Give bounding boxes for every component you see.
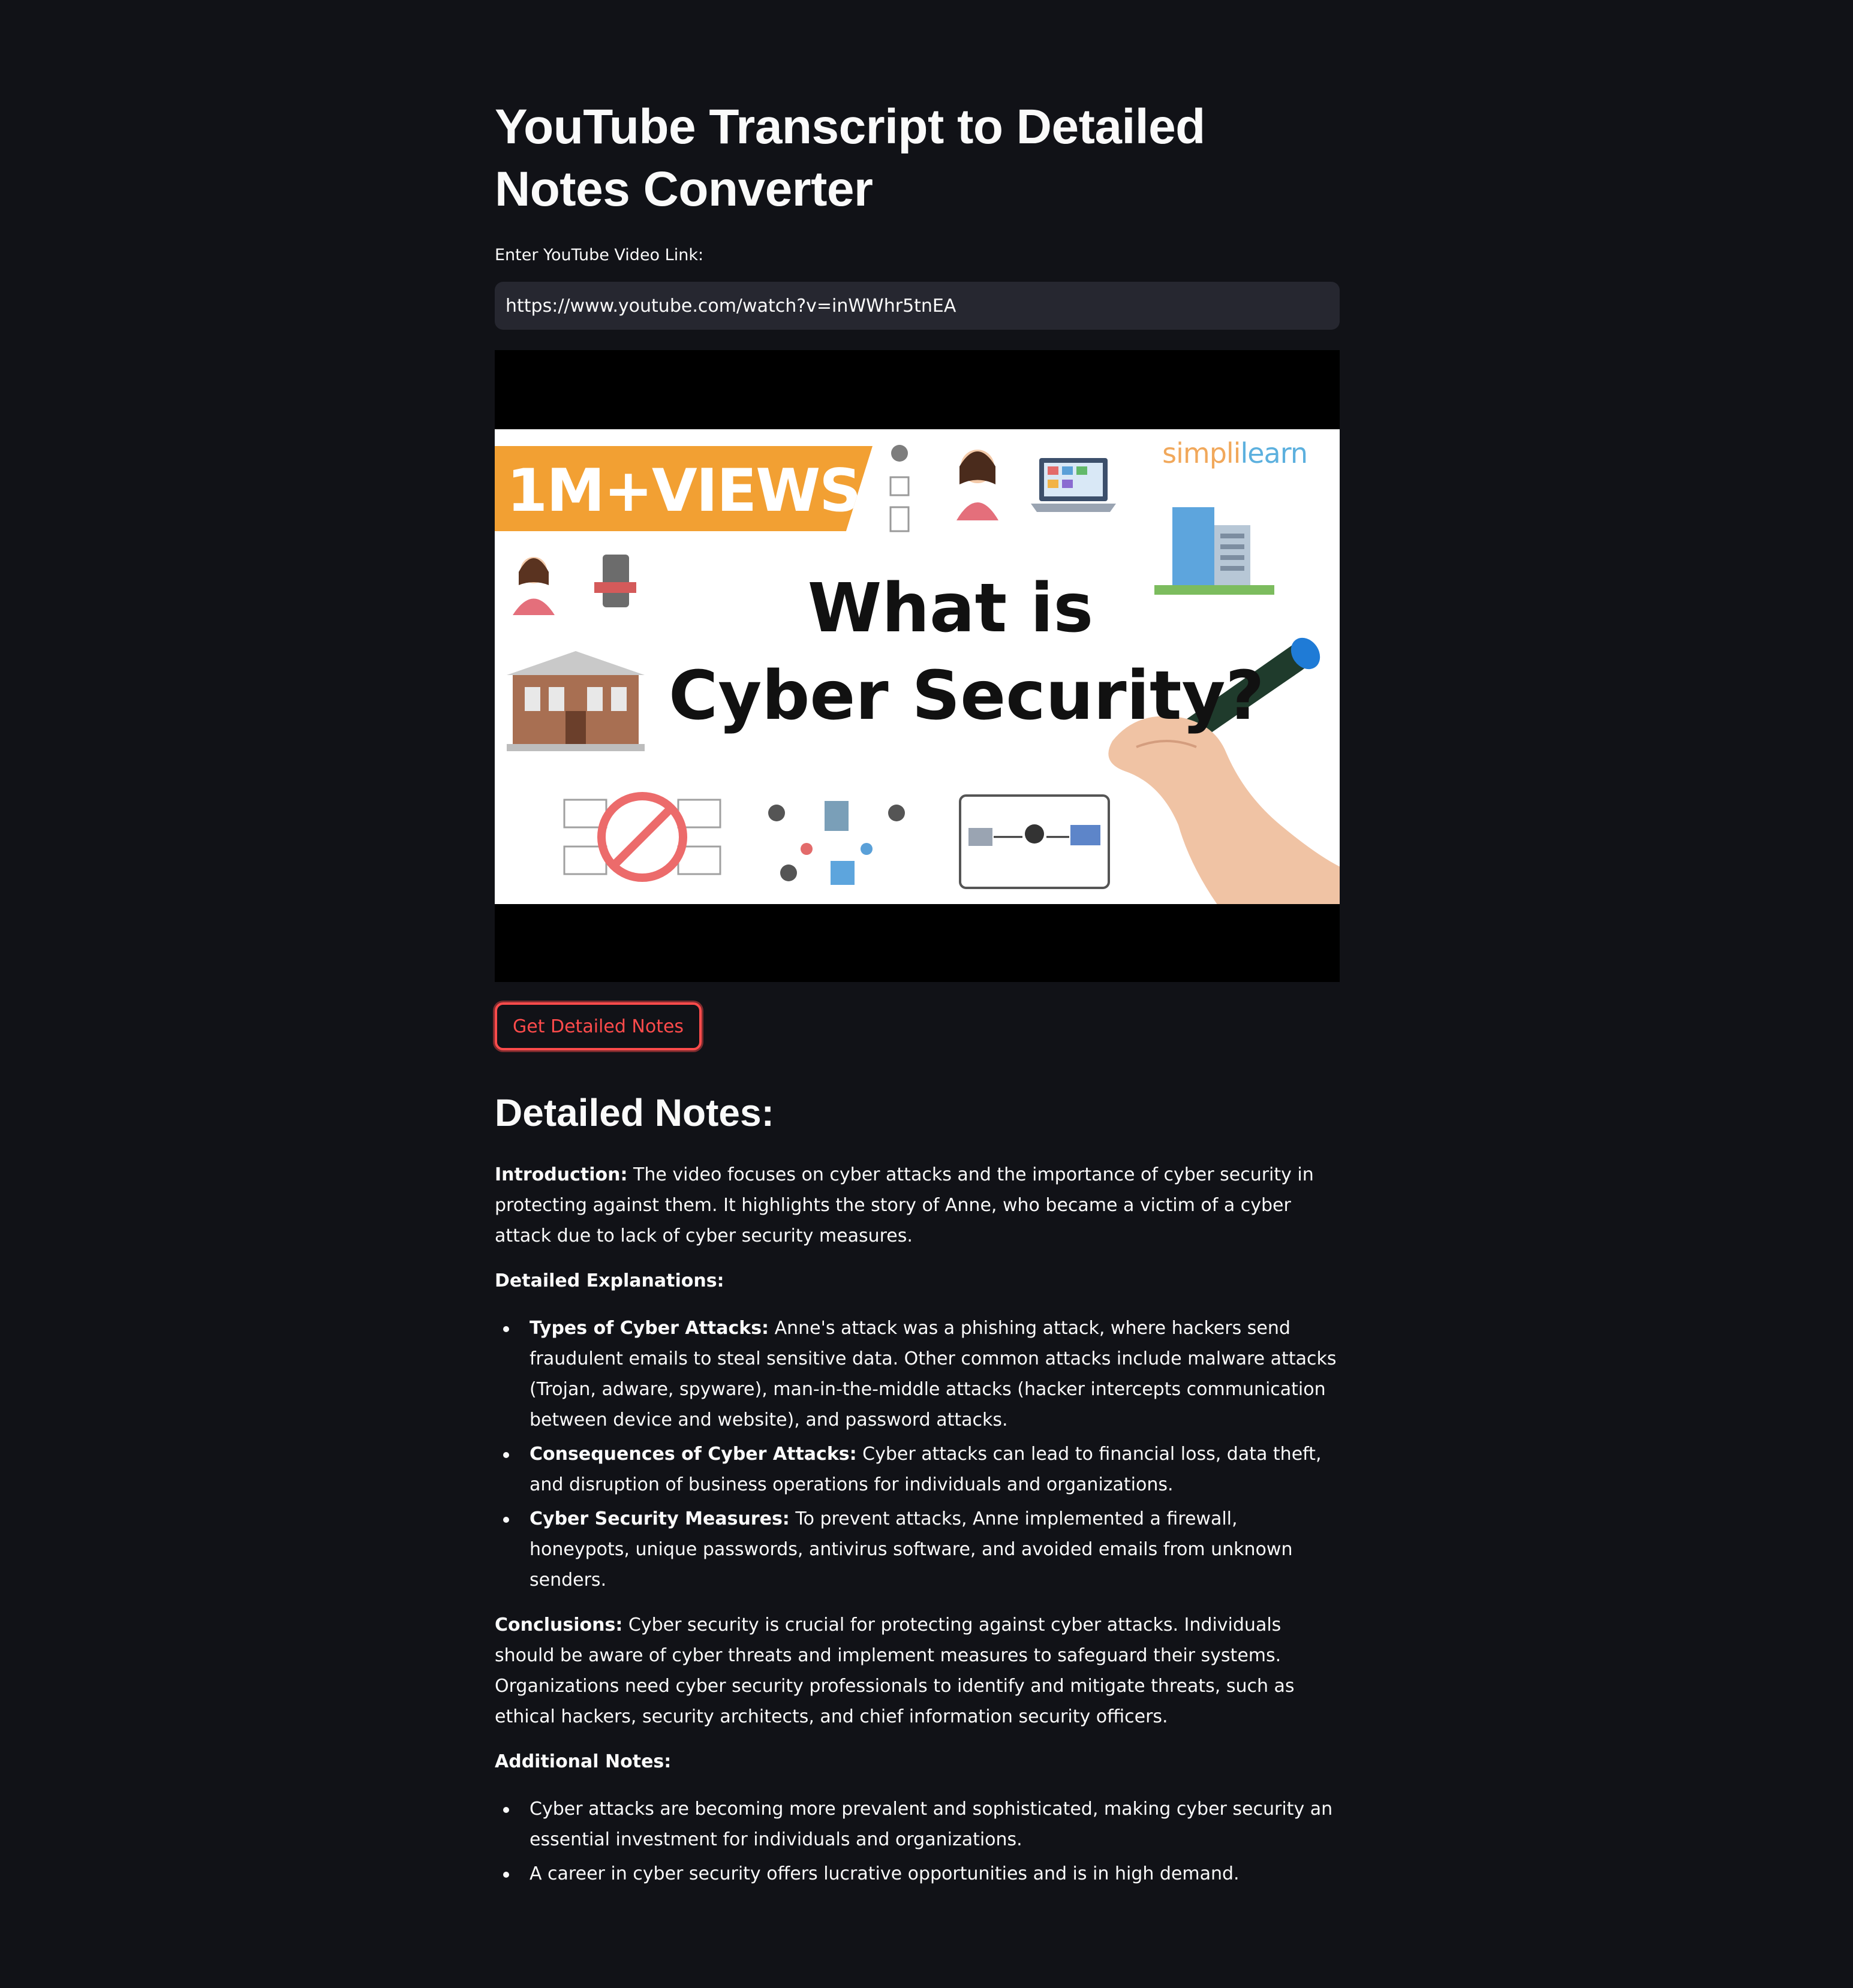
conclusions-label: Conclusions: xyxy=(495,1615,623,1635)
list-item: Cyber attacks are becoming more prevalen… xyxy=(495,1794,1340,1855)
phone-doodle-icon xyxy=(594,555,636,607)
person-doodle-icon xyxy=(956,450,998,520)
views-banner-text: 1M+VIEWS xyxy=(507,457,862,525)
mitm-diagram-doodle-icon xyxy=(959,794,1110,889)
notes-heading: Detailed Notes: xyxy=(495,1091,774,1134)
brand-logo-part2: learn xyxy=(1240,437,1308,469)
thumbnail-title-line1: What is xyxy=(807,570,1094,647)
explanations-list: Types of Cyber Attacks: Anne's attack wa… xyxy=(495,1313,1340,1595)
list-item-label: Types of Cyber Attacks: xyxy=(530,1318,769,1339)
get-detailed-notes-button[interactable]: Get Detailed Notes xyxy=(495,1002,702,1050)
no-entry-doodle-icon xyxy=(563,792,721,882)
bank-doodle-icon xyxy=(507,651,645,751)
list-item: Cyber Security Measures: To prevent atta… xyxy=(495,1504,1340,1595)
brand-logo: simplilearn xyxy=(1162,436,1308,470)
brand-logo-part1: simpli xyxy=(1162,437,1241,469)
thumbnail-title-line2: Cyber Security? xyxy=(669,657,1265,735)
list-item: A career in cyber security offers lucrat… xyxy=(495,1859,1340,1889)
video-link-label: Enter YouTube Video Link: xyxy=(495,246,704,264)
additional-heading: Additional Notes: xyxy=(495,1746,1340,1777)
main-content: YouTube Transcript to Detailed Notes Con… xyxy=(495,96,1340,1893)
explanations-heading-label: Detailed Explanations: xyxy=(495,1270,724,1291)
list-item: Consequences of Cyber Attacks: Cyber att… xyxy=(495,1439,1340,1500)
video-thumbnail: 1M+VIEWS simplilearn What is Cyber Secur… xyxy=(495,429,1340,904)
video-link-input[interactable] xyxy=(495,282,1340,330)
intro-paragraph: Introduction: The video focuses on cyber… xyxy=(495,1159,1340,1251)
lock-doodle-icon xyxy=(889,445,910,532)
list-item-label: Consequences of Cyber Attacks: xyxy=(530,1444,857,1465)
views-banner: 1M+VIEWS xyxy=(495,446,873,531)
page-title: YouTube Transcript to Detailed Notes Con… xyxy=(495,100,1205,216)
conclusions-paragraph: Conclusions: Cyber security is crucial f… xyxy=(495,1610,1340,1732)
woman-doodle-icon xyxy=(513,557,555,615)
laptop-doodle-icon xyxy=(1031,458,1116,512)
additional-heading-label: Additional Notes: xyxy=(495,1751,672,1772)
list-item-label: Cyber Security Measures: xyxy=(530,1508,790,1529)
intro-label: Introduction: xyxy=(495,1164,628,1185)
video-player[interactable]: 1M+VIEWS simplilearn What is Cyber Secur… xyxy=(495,350,1340,982)
list-item: Types of Cyber Attacks: Anne's attack wa… xyxy=(495,1313,1340,1435)
additional-list: Cyber attacks are becoming more prevalen… xyxy=(495,1794,1340,1889)
network-doodle-icon xyxy=(768,801,905,885)
building-doodle-icon xyxy=(1154,507,1274,595)
explanations-heading: Detailed Explanations: xyxy=(495,1266,1340,1296)
